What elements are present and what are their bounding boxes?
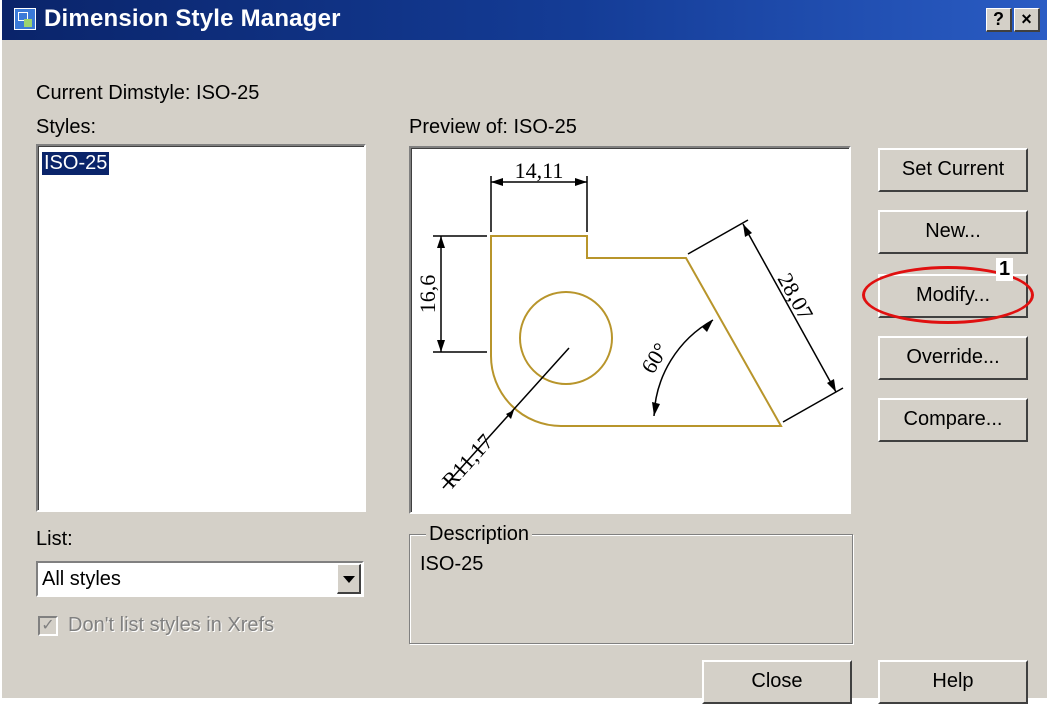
current-dimstyle-label: Current Dimstyle: ISO-25 xyxy=(36,82,260,104)
styles-listbox[interactable]: ISO-25 xyxy=(36,144,366,512)
dim-angle-text: 60° xyxy=(636,338,674,377)
xrefs-checkbox-label: Don't list styles in Xrefs xyxy=(68,614,275,636)
list-filter-value: All styles xyxy=(42,568,121,590)
dim-diagonal-text: 28,07 xyxy=(773,269,819,324)
annotation-number: 1 xyxy=(996,258,1014,281)
part-outline xyxy=(490,235,783,427)
dimension-style-app-icon xyxy=(14,8,36,30)
dimension-preview-drawing: 14,11 16,6 28,07 60° R11,17 xyxy=(415,158,844,493)
hole-circle xyxy=(519,291,613,385)
help-button[interactable]: Help xyxy=(878,660,1028,704)
dropdown-arrow-icon[interactable] xyxy=(337,564,361,594)
styles-label: Styles: xyxy=(36,116,97,138)
window-title: Dimension Style Manager xyxy=(44,5,341,32)
compare-button[interactable]: Compare... xyxy=(878,398,1028,442)
override-button[interactable]: Override... xyxy=(878,336,1028,380)
list-label: List: xyxy=(36,528,73,550)
xrefs-checkbox[interactable]: ✓ xyxy=(38,616,58,636)
new-button[interactable]: New... xyxy=(878,210,1028,254)
dialog-window: Dimension Style Manager ? × Current Dims… xyxy=(0,0,1047,704)
help-title-button[interactable]: ? xyxy=(986,8,1012,32)
preview-panel: 14,11 16,6 28,07 60° R11,17 xyxy=(409,146,851,514)
description-group: Description ISO-25 xyxy=(409,523,853,644)
close-button[interactable]: Close xyxy=(702,660,852,704)
dim-left-text: 16,6 xyxy=(415,275,440,314)
title-bar[interactable]: Dimension Style Manager ? × xyxy=(2,0,1047,40)
preview-label: Preview of: ISO-25 xyxy=(409,116,577,138)
description-legend: Description xyxy=(426,523,533,546)
dim-radius-text: R11,17 xyxy=(437,429,498,493)
description-text: ISO-25 xyxy=(420,553,484,575)
set-current-button[interactable]: Set Current xyxy=(878,148,1028,192)
list-filter-dropdown[interactable]: All styles xyxy=(36,561,364,597)
close-title-button[interactable]: × xyxy=(1014,8,1040,32)
style-list-item-iso-25[interactable]: ISO-25 xyxy=(42,152,110,175)
dim-top-text: 14,11 xyxy=(515,158,564,183)
